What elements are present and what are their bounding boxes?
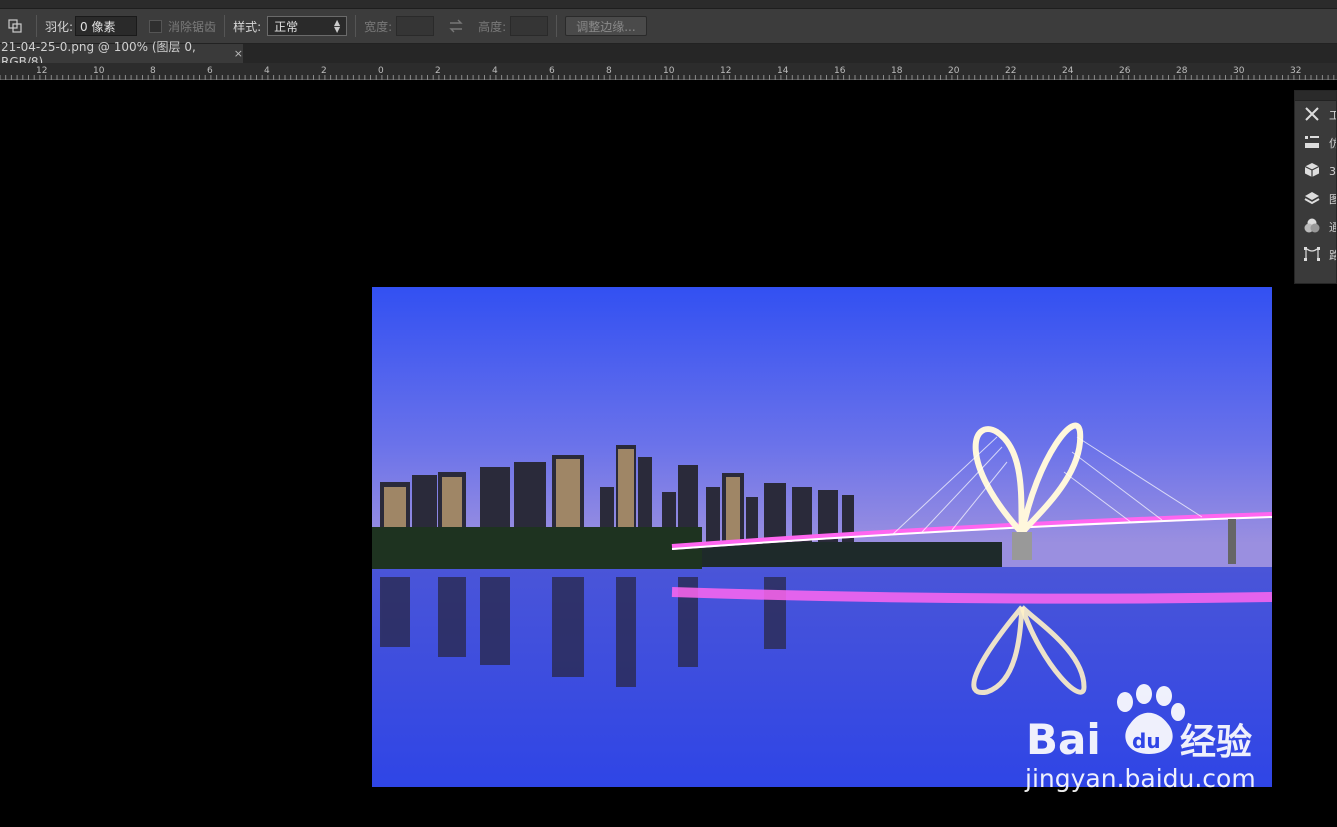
ruler-label: 4 [492,66,498,76]
ruler-label: 10 [663,66,675,76]
divider [556,15,558,37]
document-tab-bar: 21-04-25-0.png @ 100% (图层 0, RGB/8) × [0,40,1337,69]
antialias-label: 消除锯齿 [168,19,217,34]
ruler-label: 28 [1176,66,1188,76]
paths-icon [1303,245,1321,266]
ruler-label: 0 [378,66,384,76]
panel-item-paths[interactable]: 路 [1295,241,1336,269]
height-input[interactable] [510,16,549,36]
ruler-label: 8 [606,66,612,76]
width-input[interactable] [396,16,435,36]
ruler-label: 30 [1233,66,1245,76]
antialias-checkbox[interactable] [149,19,163,33]
divider [36,15,37,37]
ruler-label: 12 [720,66,731,76]
panel-item-label: 3 [1329,164,1336,178]
style-label: 样式: [233,19,262,34]
ruler-label: 4 [264,66,270,76]
updown-arrow-icon: ▲ ▼ [333,18,341,34]
style-select-value: 正常 [274,19,299,34]
panel-item-label: 图 [1329,193,1336,206]
panel-item-label: 仿 [1329,137,1336,150]
close-icon[interactable]: × [234,47,243,60]
watermark-url: jingyan.baidu.com [1025,764,1256,793]
ruler-label: 26 [1119,66,1131,76]
ruler-label: 6 [549,66,555,76]
ruler-label: 12 [36,66,47,76]
document-tab[interactable]: 21-04-25-0.png @ 100% (图层 0, RGB/8) × [0,40,243,69]
ruler-label: 24 [1062,66,1074,76]
channels-icon [1303,217,1321,238]
feather-label: 羽化: [45,19,74,34]
panel-item-properties[interactable]: 仿 [1295,129,1336,157]
ruler-label: 22 [1005,66,1016,76]
panel-item-label: 通 [1329,221,1336,234]
3d-icon [1303,161,1321,182]
panel-item-layers[interactable]: 图 [1295,185,1336,213]
selection-mode-icon[interactable] [2,13,28,39]
panels-dock: 工 仿 3 图 通 路 [1294,90,1337,284]
svg-text:du: du [1132,729,1161,753]
baidu-jingyan-watermark: Bai du 经验 jingyan.baidu.com [1022,684,1267,799]
ruler-label: 18 [891,66,903,76]
tools-icon [1303,105,1321,126]
ruler-label: 10 [93,66,105,76]
panel-grip[interactable] [1295,91,1336,101]
panel-item-tools[interactable]: 工 [1295,101,1336,129]
menu-bar-strip [0,0,1337,9]
ruler-label: 2 [321,66,327,76]
ruler-ticks: 12 10 8 6 4 2 0 2 4 6 8 10 12 14 16 18 20 22 24 26 28 30 32 [0,66,1335,80]
ruler-label: 6 [207,66,213,76]
refine-edge-button[interactable]: 调整边缘... [565,16,647,36]
divider [355,15,357,37]
ruler-label: 16 [834,66,846,76]
panel-item-label: 路 [1329,249,1336,262]
panel-item-label: 工 [1329,109,1336,122]
feather-input[interactable]: 0 像素 [75,16,138,36]
ruler-label: 32 [1290,66,1301,76]
swap-arrows-icon[interactable] [448,18,464,34]
horizontal-ruler[interactable]: 12 10 8 6 4 2 0 2 4 6 8 10 12 14 16 18 20 22 24 26 28 30 32 [0,63,1337,80]
ruler-label: 14 [777,66,789,76]
panel-item-3d[interactable]: 3 [1295,157,1336,185]
width-label: 宽度: [364,19,393,34]
properties-icon [1303,133,1321,154]
ruler-label: 20 [948,66,960,76]
ruler-label: 2 [435,66,441,76]
style-select[interactable]: 正常 ▲ ▼ [267,16,348,36]
svg-text:经验: 经验 [1180,722,1252,763]
panel-item-channels[interactable]: 通 [1295,213,1336,241]
height-label: 高度: [478,19,507,34]
ruler-label: 8 [150,66,156,76]
svg-text:Bai: Bai [1026,715,1101,764]
layers-icon [1303,189,1321,210]
divider [224,15,226,37]
